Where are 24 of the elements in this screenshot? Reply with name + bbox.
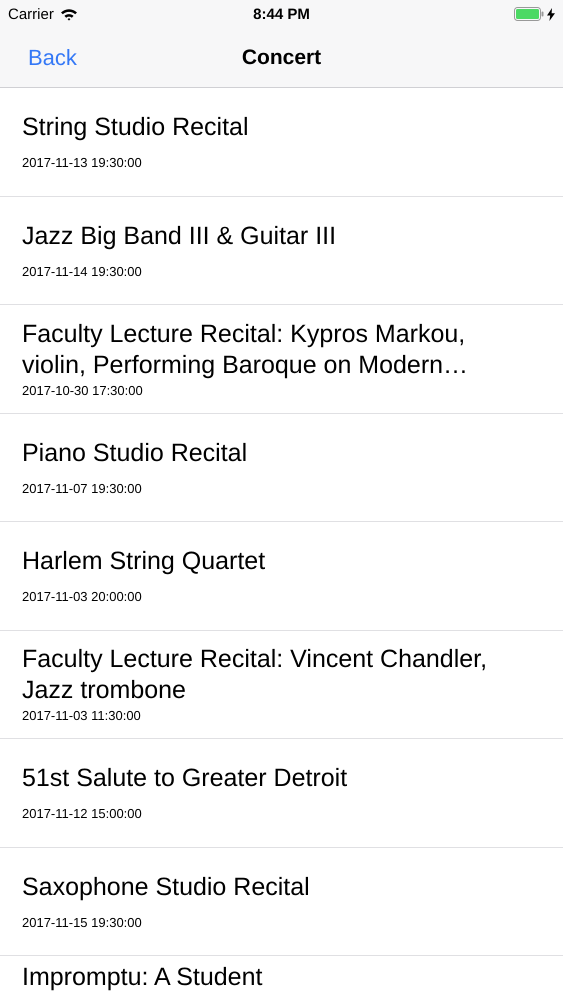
concert-title[interactable]: Impromptu: A Student	[22, 962, 493, 993]
concert-date: 2017-11-14 19:30:00	[22, 264, 143, 280]
back-button[interactable]: Back	[28, 44, 77, 70]
concert-date: 2017-11-15 19:30:00	[22, 914, 143, 931]
carrier-label: Carrier	[8, 6, 54, 22]
concert-date: 2017-11-03 11:30:00	[22, 708, 142, 724]
clock-time: 8:44 PM	[253, 6, 310, 22]
concert-title[interactable]: Harlem String Quartet	[22, 546, 493, 578]
concert-date: 2017-11-13 19:30:00	[22, 155, 143, 172]
concert-title[interactable]: 51st Salute to Greater Detroit	[22, 763, 493, 794]
lightning-icon	[547, 8, 555, 20]
concert-date: 2017-10-30 17:30:00	[22, 382, 144, 399]
wifi-icon	[60, 8, 78, 20]
battery-icon	[514, 7, 544, 21]
concert-title[interactable]: Faculty Lecture Recital: Kypros Markou, violin, Performing Baroque on Modern…	[22, 318, 493, 381]
concert-date: 2017-11-03 20:00:00	[22, 589, 143, 606]
screen-title: Concert	[242, 46, 322, 70]
concert-date: 2017-11-07 19:30:00	[22, 480, 143, 497]
concert-title[interactable]: Saxophone Studio Recital	[22, 872, 493, 903]
concert-title[interactable]: String Studio Recital	[22, 112, 493, 144]
concert-date: 2017-11-12 15:00:00	[22, 806, 143, 822]
concert-title[interactable]: Faculty Lecture Recital: Vincent Chandler, Jazz trombone	[22, 644, 493, 706]
concert-title[interactable]: Piano Studio Recital	[22, 438, 493, 469]
concert-title[interactable]: Jazz Big Band III & Guitar III	[22, 220, 493, 252]
